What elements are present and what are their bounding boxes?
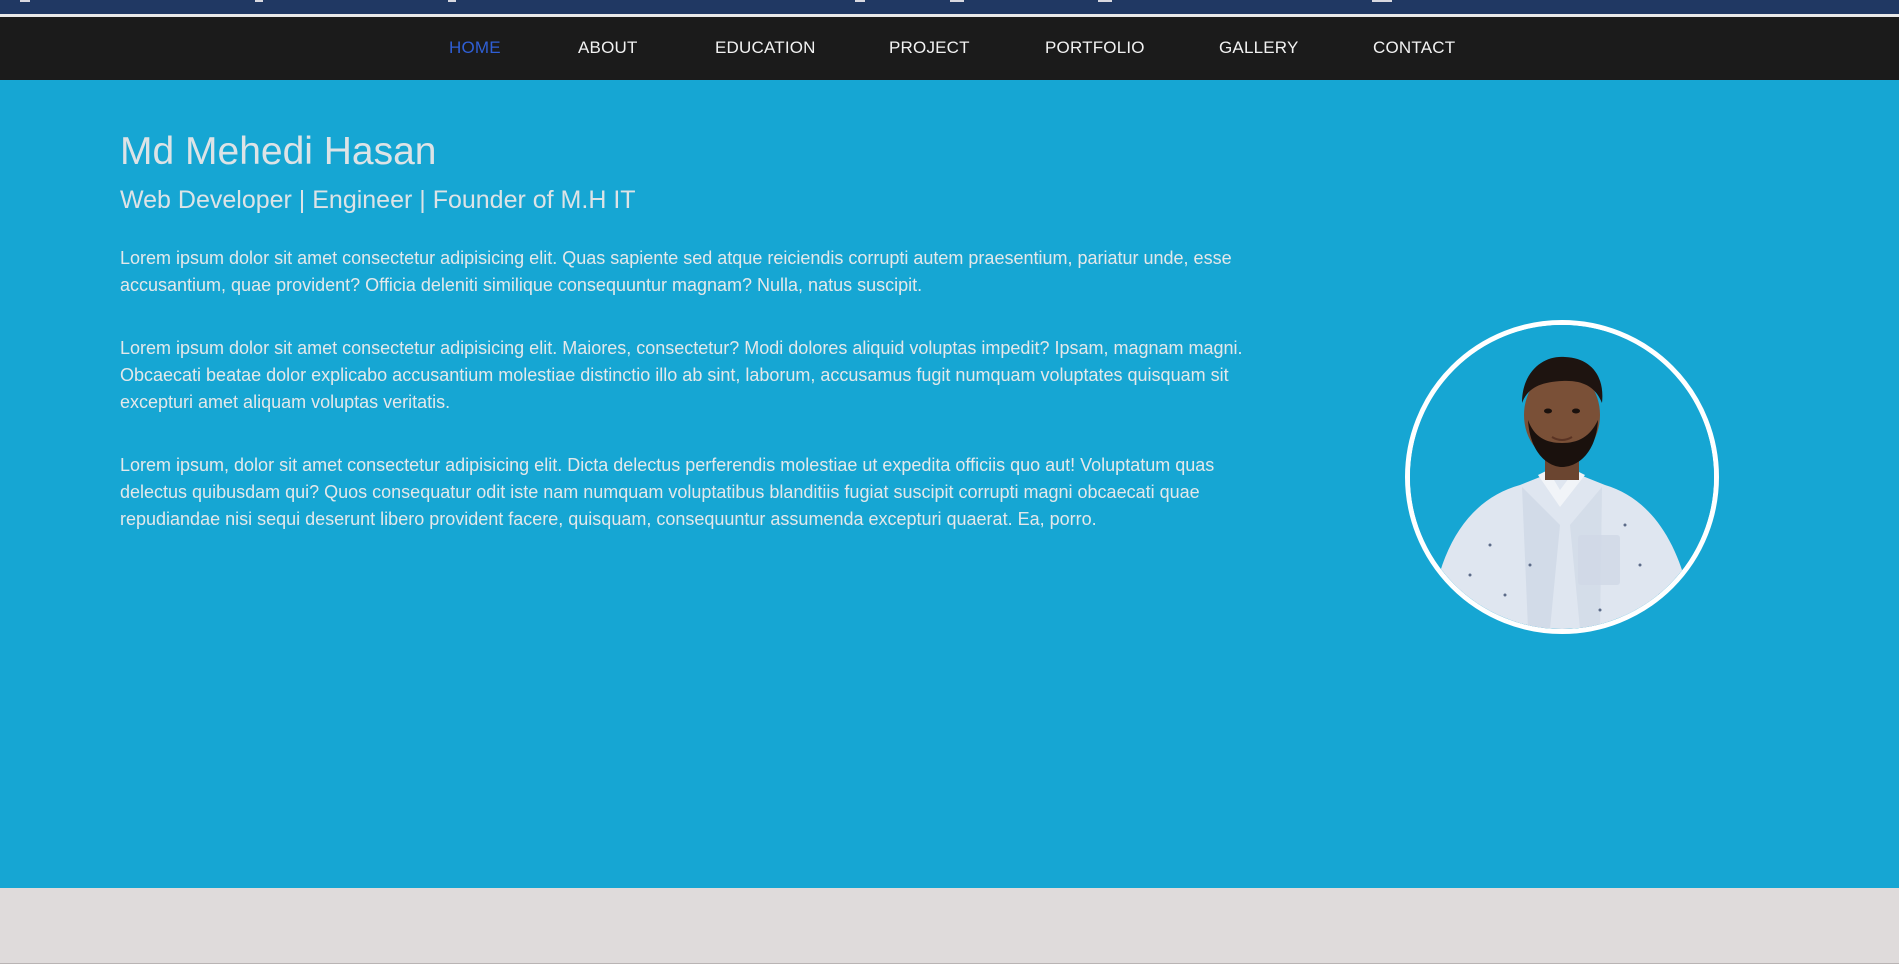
nav-about-link[interactable]: ABOUT <box>578 38 638 58</box>
top-strip-mark <box>855 0 865 2</box>
nav-education-link[interactable]: EDUCATION <box>715 38 816 58</box>
hero-paragraph-3: Lorem ipsum, dolor sit amet consectetur … <box>120 455 1215 529</box>
footer-strip <box>0 888 1899 964</box>
hero-name: Md Mehedi Hasan <box>120 130 437 173</box>
nav-portfolio-link[interactable]: PORTFOLIO <box>1045 38 1145 58</box>
hero-paragraph-1: Lorem ipsum dolor sit amet consectetur a… <box>120 248 1232 295</box>
top-strip-mark <box>255 0 263 2</box>
hero-section: Md Mehedi Hasan Web Developer | Engineer… <box>0 80 1899 888</box>
top-strip-mark <box>1372 0 1392 2</box>
nav-home-link[interactable]: HOME <box>449 38 501 58</box>
nav-gallery-link[interactable]: GALLERY <box>1219 38 1299 58</box>
nav-project-link[interactable]: PROJECT <box>889 38 970 58</box>
nav-contact-link[interactable]: CONTACT <box>1373 38 1455 58</box>
profile-photo-icon <box>1410 325 1714 629</box>
hero-tagline: Web Developer | Engineer | Founder of M.… <box>120 186 636 214</box>
profile-avatar <box>1405 320 1719 634</box>
top-strip-mark <box>950 0 964 2</box>
main-navbar: HOME ABOUT EDUCATION PROJECT PORTFOLIO G… <box>0 17 1899 80</box>
top-strip-mark <box>1098 0 1112 2</box>
hero-paragraph-2: Lorem ipsum dolor sit amet consectetur a… <box>120 338 1243 412</box>
top-strip <box>0 0 1899 17</box>
top-strip-mark <box>20 0 30 2</box>
top-strip-mark <box>448 0 456 2</box>
